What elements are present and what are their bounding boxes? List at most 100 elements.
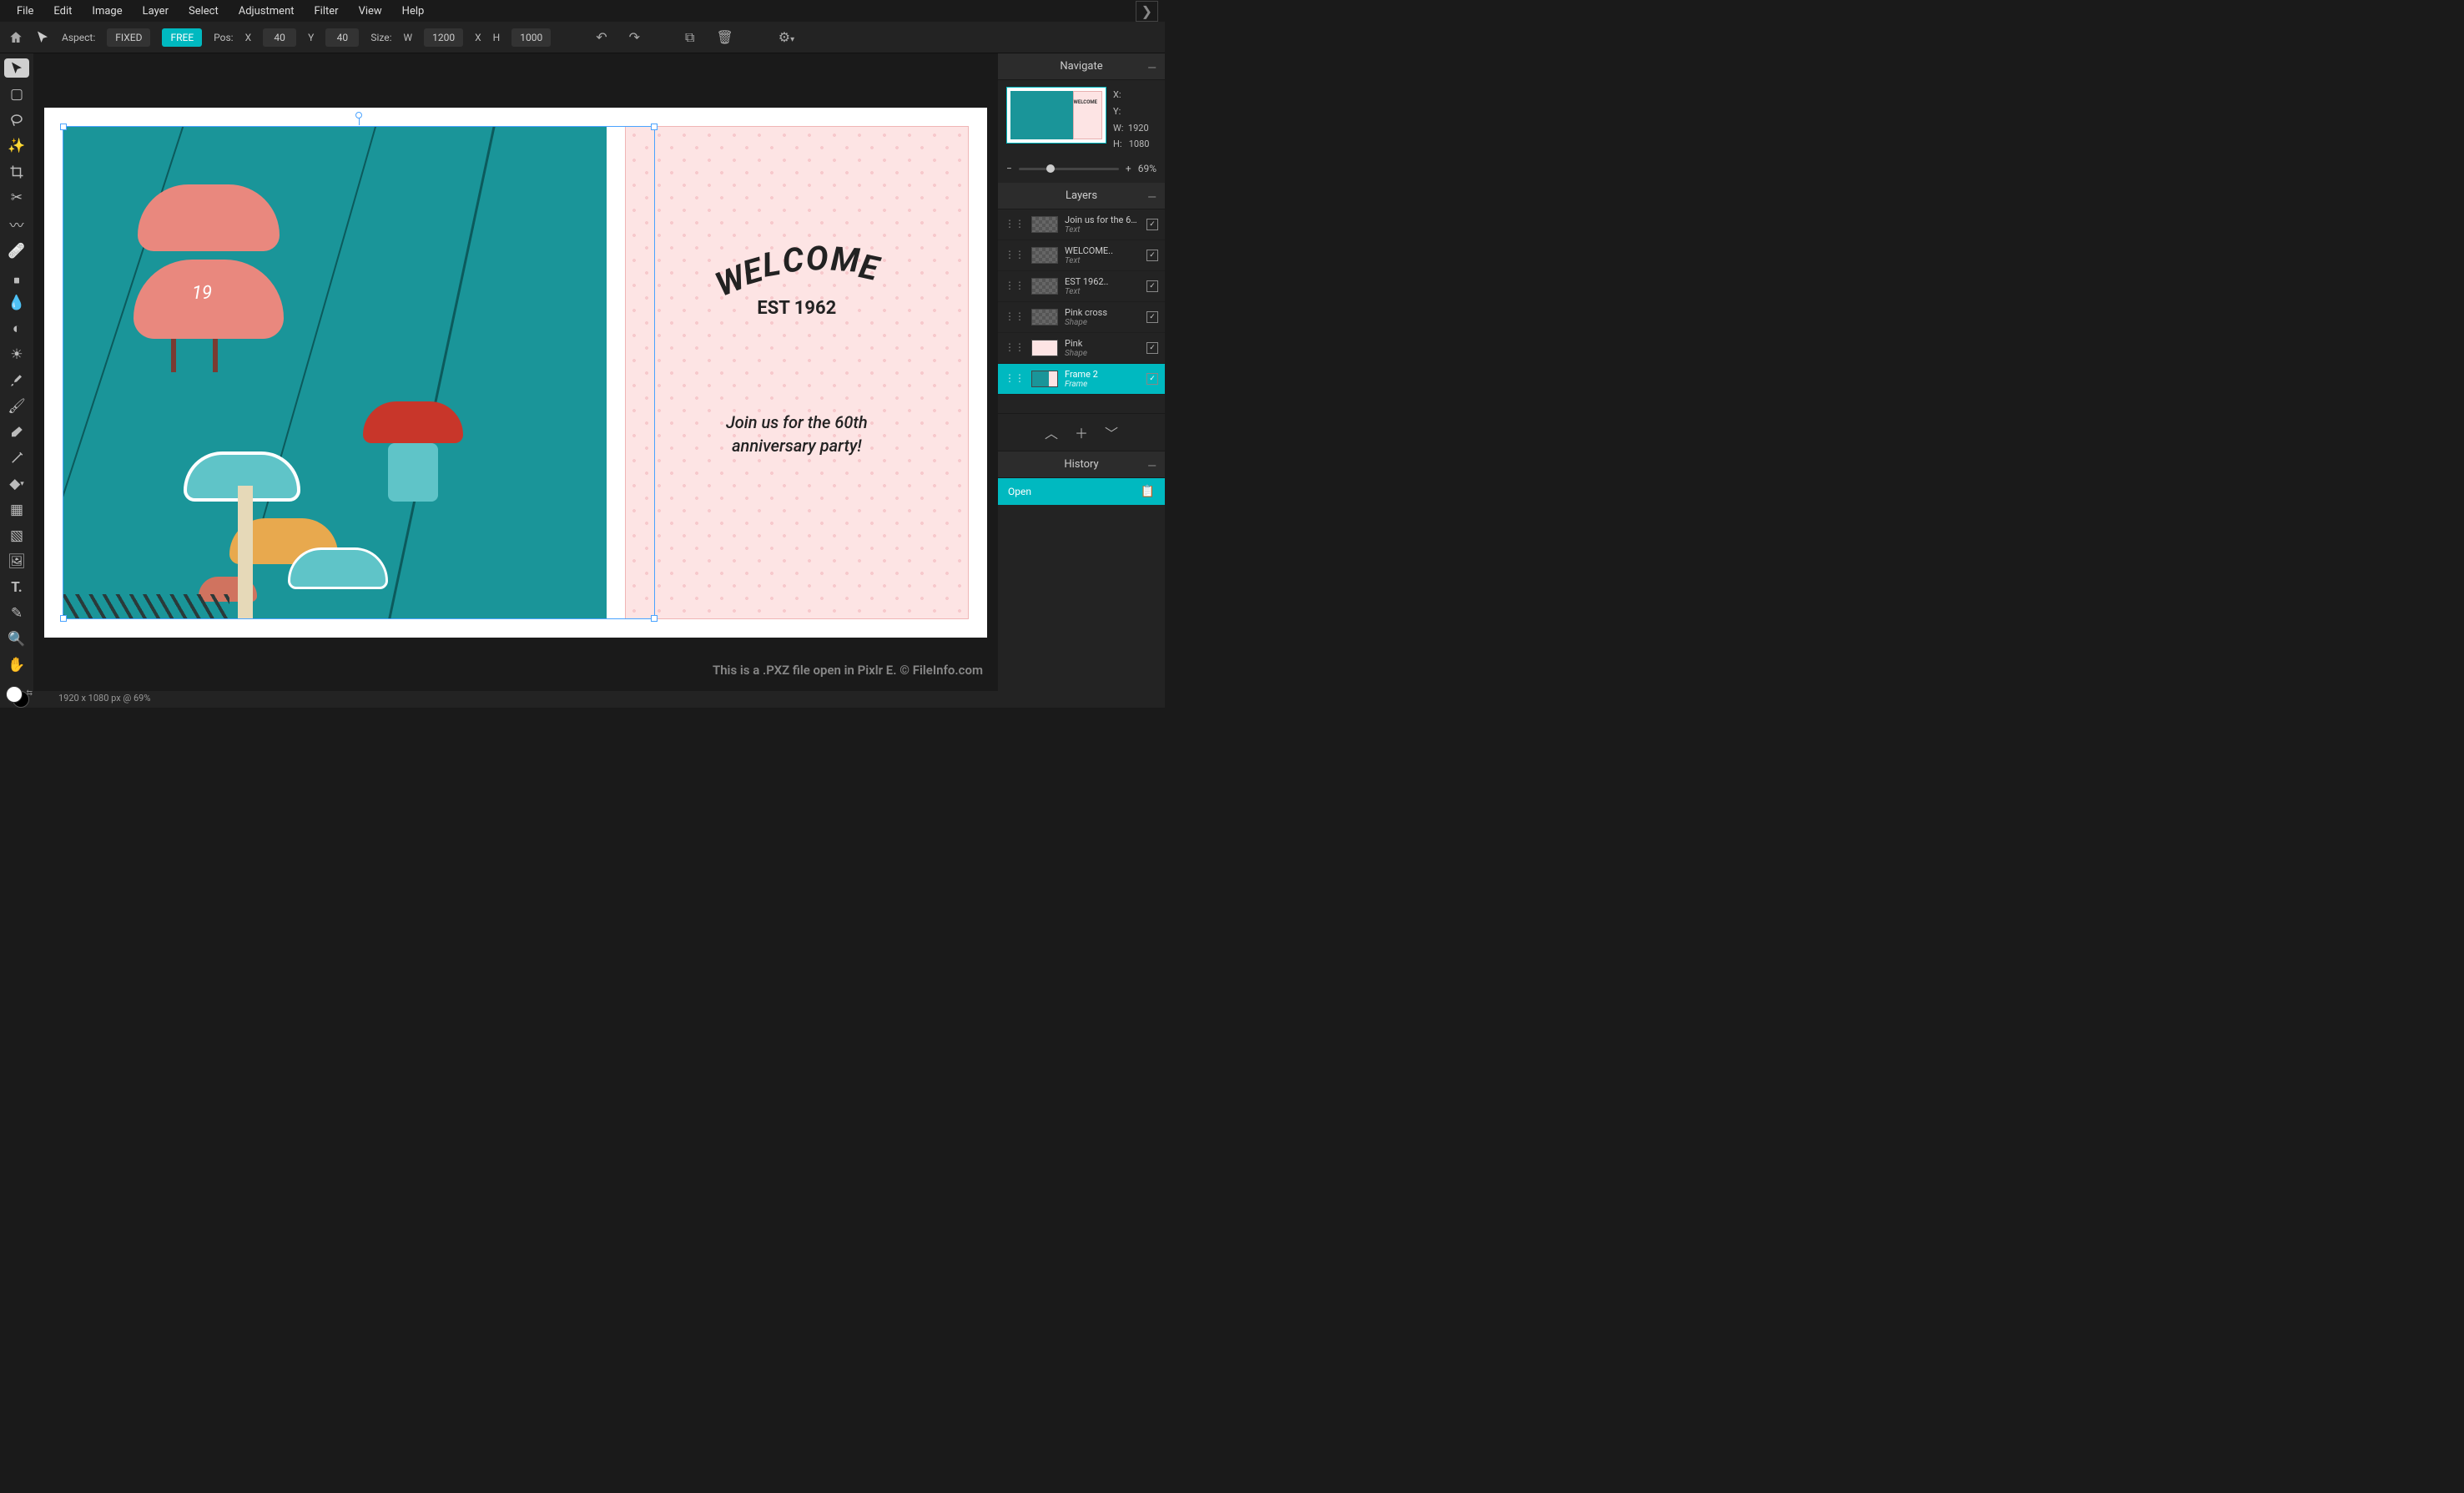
layer-item[interactable]: ⋮⋮ PinkShape ✓ [998,333,1165,364]
tool-fill[interactable]: ◆▾ [4,474,29,493]
rotate-handle[interactable] [355,112,362,119]
layer-grip-icon[interactable]: ⋮⋮ [1005,344,1025,352]
history-minimize-icon[interactable]: — [1147,460,1156,473]
size-w-value[interactable]: 1200 [424,28,463,47]
layer-grip-icon[interactable]: ⋮⋮ [1005,375,1025,383]
history-item[interactable]: Open 📋 [998,478,1165,505]
tool-dodge[interactable]: ◐ [4,319,29,338]
layer-grip-icon[interactable]: ⋮⋮ [1005,313,1025,321]
layer-up-icon[interactable]: ︿ [1045,422,1058,442]
layer-grip-icon[interactable]: ⋮⋮ [1005,220,1025,229]
menu-filter[interactable]: Filter [305,2,349,21]
pink-panel[interactable]: WELCOME EST 1962 Join us for the 60th an… [625,126,969,619]
size-h-value[interactable]: 1000 [511,28,551,47]
layer-grip-icon[interactable]: ⋮⋮ [1005,251,1025,260]
layer-item[interactable]: ⋮⋮ Pink crossShape ✓ [998,302,1165,333]
tool-arrange[interactable] [4,58,29,78]
layer-item[interactable]: ⋮⋮ EST 1962..Text ✓ [998,271,1165,302]
nav-w-value: 1920 [1128,123,1149,134]
tool-sponge[interactable]: ☀ [4,345,29,364]
tool-wand[interactable]: ✨ [4,136,29,155]
menu-edit[interactable]: Edit [43,2,82,21]
layer-type: Shape [1065,318,1140,327]
layer-visibility-toggle[interactable]: ✓ [1146,311,1158,323]
tool-hand[interactable]: ✋ [4,655,29,674]
layer-thumbnail [1031,216,1058,233]
layer-item[interactable]: ⋮⋮ Frame 2Frame ✓ [998,364,1165,395]
zoom-slider[interactable] [1019,168,1119,170]
tool-heal[interactable]: 🩹 [4,241,29,260]
tool-shape[interactable]: ▧ [4,526,29,545]
resize-handle-tl[interactable] [60,124,67,130]
layer-visibility-toggle[interactable]: ✓ [1146,280,1158,292]
panel-toggle-icon[interactable]: ❯ [1136,1,1158,22]
layer-name: Frame 2 [1065,369,1140,380]
layer-visibility-toggle[interactable]: ✓ [1146,250,1158,261]
tool-brush[interactable]: 🖌 [4,396,29,416]
history-item-label: Open [1008,486,1031,497]
pos-label: Pos: [214,32,233,43]
resize-handle-tr[interactable] [651,124,658,130]
tool-pen[interactable]: ✎ [4,603,29,623]
tool-replace-color[interactable] [4,448,29,467]
navigate-minimize-icon[interactable]: — [1147,62,1156,75]
size-label: Size: [370,32,391,43]
tool-eyedropper[interactable] [4,371,29,390]
tool-zoom[interactable]: 🔍 [4,629,29,648]
layer-down-icon[interactable]: ﹀ [1105,422,1118,442]
navigate-thumbnail[interactable]: WELCOME [1006,87,1106,144]
layer-add-icon[interactable]: ＋ [1075,422,1088,442]
tool-clone[interactable] [4,267,29,286]
tool-marquee[interactable]: ▢ [4,84,29,103]
layer-type: Text [1065,225,1140,235]
foreground-color-swatch[interactable] [6,686,23,703]
zoom-out-icon[interactable]: − [1006,163,1012,174]
layer-item[interactable]: ⋮⋮ WELCOME..Text ✓ [998,240,1165,271]
selection-outline[interactable] [63,126,655,619]
menu-image[interactable]: Image [82,2,132,21]
menu-file[interactable]: File [7,2,43,21]
canvas-document[interactable]: 19 WELCO [44,108,987,638]
settings-gear-icon[interactable]: ⚙▾ [773,28,799,47]
tool-lasso[interactable] [4,110,29,129]
menu-select[interactable]: Select [179,2,229,21]
tool-cutout[interactable]: ✂ [4,188,29,207]
tool-liquify[interactable]: 〰 [4,214,29,235]
layers-minimize-icon[interactable]: — [1147,191,1156,204]
swap-colors-icon[interactable]: ⇆ [26,689,33,698]
layer-visibility-toggle[interactable]: ✓ [1146,342,1158,354]
tool-crop[interactable] [4,162,29,181]
size-sep-label: X [475,32,481,43]
history-panel: Open 📋 [998,478,1165,505]
pos-y-value[interactable]: 40 [325,28,359,47]
menu-adjustment[interactable]: Adjustment [229,2,305,21]
aspect-free-button[interactable]: FREE [162,28,202,47]
menu-help[interactable]: Help [392,2,435,21]
menu-view[interactable]: View [349,2,392,21]
nav-y-label: Y: [1113,106,1121,117]
tool-text[interactable]: T. [4,578,29,597]
tool-eraser[interactable] [4,422,29,441]
redo-icon[interactable]: ↷ [624,28,645,47]
zoom-in-icon[interactable]: + [1126,163,1131,174]
layer-visibility-toggle[interactable]: ✓ [1146,219,1158,230]
resize-handle-br[interactable] [651,615,658,622]
tool-frame[interactable]: 🖼 [4,552,29,571]
aspect-fixed-button[interactable]: FIXED [107,28,150,47]
undo-icon[interactable]: ↶ [591,28,612,47]
tool-gradient[interactable]: ▦ [4,500,29,519]
pos-x-value[interactable]: 40 [263,28,296,47]
delete-icon[interactable]: 🗑 [711,28,738,47]
move-tool-icon[interactable] [35,30,50,45]
menu-layer[interactable]: Layer [133,2,179,21]
layer-name: EST 1962.. [1065,276,1140,287]
resize-handle-bl[interactable] [60,615,67,622]
home-icon[interactable] [8,30,23,45]
tool-blur[interactable]: 💧 [4,293,29,312]
layer-visibility-toggle[interactable]: ✓ [1146,373,1158,385]
layer-item[interactable]: ⋮⋮ Join us for the 60t…Text ✓ [998,209,1165,240]
layer-name: Join us for the 60t… [1065,214,1140,225]
color-swatches[interactable]: ⇆ [4,686,29,708]
layer-grip-icon[interactable]: ⋮⋮ [1005,282,1025,290]
duplicate-icon[interactable]: ⧉ [680,28,699,48]
